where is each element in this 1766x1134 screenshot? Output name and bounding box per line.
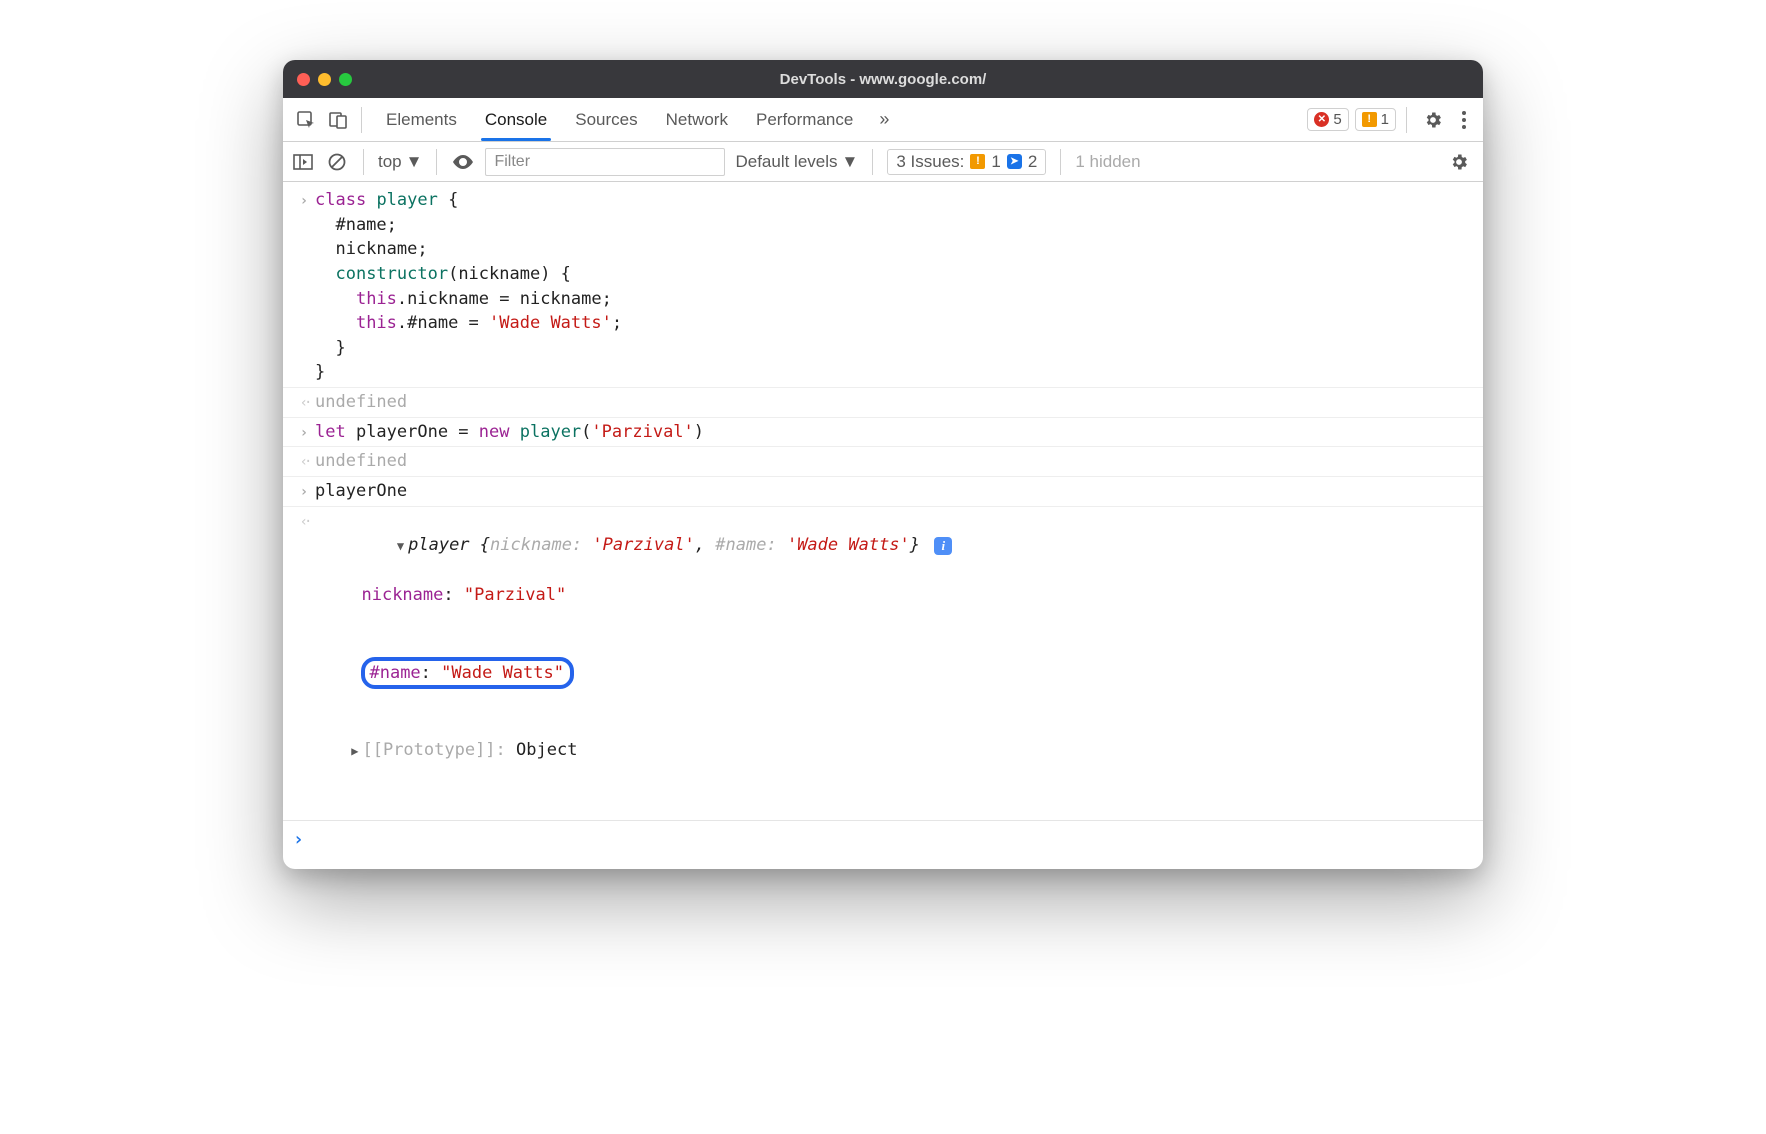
tab-label: Elements: [386, 110, 457, 130]
error-badge[interactable]: ✕ 5: [1307, 108, 1348, 131]
chevron-down-icon: ▼: [406, 152, 423, 172]
highlighted-private-field: #name: "Wade Watts": [361, 657, 574, 690]
issues-warn-count: 1: [991, 152, 1000, 172]
panel-tabs: Elements Console Sources Network Perform…: [372, 98, 867, 141]
devtools-window: DevTools - www.google.com/ Elements Cons…: [283, 60, 1483, 869]
result-value: undefined: [315, 390, 407, 415]
context-label: top: [378, 152, 402, 172]
console-output-row: player {nickname: 'Parzival', #name: 'Wa…: [283, 506, 1483, 815]
expand-caret-icon[interactable]: [397, 539, 408, 553]
warning-count: 1: [1381, 111, 1389, 128]
output-marker-icon: [293, 390, 315, 413]
console-input-row[interactable]: class player { #name; nickname; construc…: [283, 186, 1483, 387]
chevron-down-icon: ▼: [842, 152, 859, 172]
separator: [436, 149, 437, 175]
tab-performance[interactable]: Performance: [742, 98, 867, 141]
object-property-row[interactable]: [[Prototype]]: Object: [315, 738, 952, 763]
separator: [1060, 149, 1061, 175]
code-block: let playerOne = new player('Parzival'): [315, 420, 704, 445]
issues-button[interactable]: 3 Issues: ! 1 ➤ 2: [887, 149, 1046, 175]
output-marker-icon: [293, 449, 315, 472]
class-name: player: [408, 535, 469, 555]
live-expression-eye-icon[interactable]: [451, 150, 475, 174]
hidden-count: 1 hidden: [1075, 152, 1140, 172]
warning-icon: !: [1362, 112, 1377, 127]
console-prompt[interactable]: ›: [283, 820, 1483, 859]
inspect-icon[interactable]: [293, 107, 319, 133]
object-property-row[interactable]: #name: "Wade Watts": [315, 657, 952, 690]
warning-icon: !: [970, 154, 985, 169]
input-marker-icon: [293, 188, 315, 211]
context-selector[interactable]: top ▼: [378, 152, 422, 172]
tab-label: Performance: [756, 110, 853, 130]
input-marker-icon: [293, 420, 315, 443]
tab-sources[interactable]: Sources: [561, 98, 651, 141]
separator: [1406, 107, 1407, 133]
console-input-row[interactable]: let playerOne = new player('Parzival'): [283, 417, 1483, 447]
console-toolbar: top ▼ Default levels ▼ 3 Issues: ! 1 ➤ 2…: [283, 142, 1483, 182]
log-levels-selector[interactable]: Default levels ▼: [735, 152, 858, 172]
object-tree[interactable]: player {nickname: 'Parzival', #name: 'Wa…: [315, 509, 952, 813]
code-block: playerOne: [315, 479, 407, 504]
separator: [872, 149, 873, 175]
levels-label: Default levels: [735, 152, 837, 172]
issues-label: 3 Issues:: [896, 152, 964, 172]
filter-input[interactable]: [485, 148, 725, 176]
separator: [361, 107, 362, 133]
sidebar-toggle-icon[interactable]: [291, 150, 315, 174]
tab-label: Network: [666, 110, 728, 130]
info-icon: ➤: [1007, 154, 1022, 169]
separator: [363, 149, 364, 175]
window-title: DevTools - www.google.com/: [283, 71, 1483, 88]
error-count: 5: [1333, 111, 1341, 128]
console-input-row[interactable]: playerOne: [283, 476, 1483, 506]
result-value: undefined: [315, 449, 407, 474]
expand-caret-icon[interactable]: [351, 744, 362, 758]
input-marker-icon: [293, 479, 315, 502]
titlebar: DevTools - www.google.com/: [283, 60, 1483, 98]
tab-elements[interactable]: Elements: [372, 98, 471, 141]
settings-gear-icon[interactable]: [1417, 110, 1449, 130]
clear-console-icon[interactable]: [325, 150, 349, 174]
device-toggle-icon[interactable]: [325, 107, 351, 133]
tab-network[interactable]: Network: [652, 98, 742, 141]
console-log-area: class player { #name; nickname; construc…: [283, 182, 1483, 869]
console-output-row: undefined: [283, 446, 1483, 476]
main-toolbar: Elements Console Sources Network Perform…: [283, 98, 1483, 142]
error-icon: ✕: [1314, 112, 1329, 127]
tab-label: Console: [485, 110, 547, 130]
console-settings-gear-icon[interactable]: [1443, 152, 1475, 172]
tab-label: Sources: [575, 110, 637, 130]
code-block: class player { #name; nickname; construc…: [315, 188, 622, 385]
issues-info-count: 2: [1028, 152, 1037, 172]
object-property-row[interactable]: nickname: "Parzival": [315, 583, 952, 608]
prompt-chevron-icon: ›: [293, 827, 304, 853]
more-menu-icon[interactable]: [1455, 110, 1473, 130]
console-output-row: undefined: [283, 387, 1483, 417]
more-tabs-chevron-icon[interactable]: »: [873, 109, 895, 130]
warning-badge[interactable]: ! 1: [1355, 108, 1396, 131]
tab-console[interactable]: Console: [471, 98, 561, 141]
info-icon[interactable]: i: [934, 537, 952, 555]
output-marker-icon: [293, 509, 315, 532]
